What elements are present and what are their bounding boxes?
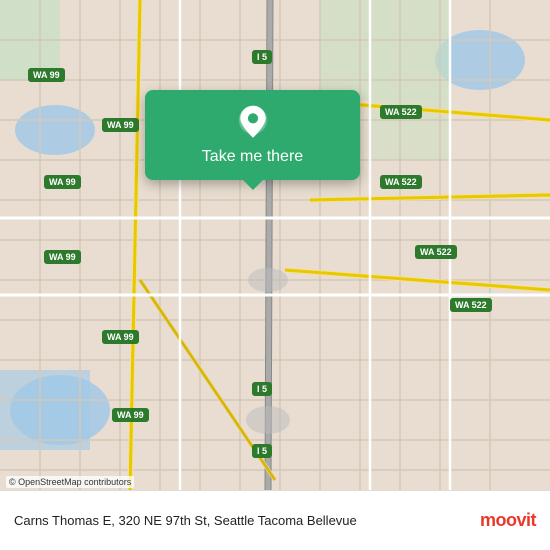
moovit-logo: moovit <box>480 510 536 531</box>
badge-wa99-1: WA 99 <box>28 68 65 82</box>
map: WA 99 WA 99 WA 99 WA 99 WA 99 WA 99 WA 5… <box>0 0 550 490</box>
badge-wa522-2: WA 522 <box>380 175 422 189</box>
moovit-text: moovit <box>480 510 536 531</box>
badge-wa522-1: WA 522 <box>380 105 422 119</box>
badge-i5-3: I 5 <box>252 444 272 458</box>
navigation-popup[interactable]: Take me there <box>145 90 360 180</box>
badge-wa99-6: WA 99 <box>112 408 149 422</box>
badge-wa522-4: WA 522 <box>450 298 492 312</box>
badge-wa99-2: WA 99 <box>102 118 139 132</box>
bottom-bar: Carns Thomas E, 320 NE 97th St, Seattle … <box>0 490 550 550</box>
osm-credit: © OpenStreetMap contributors <box>6 476 134 488</box>
badge-i5-2: I 5 <box>252 382 272 396</box>
badge-wa522-3: WA 522 <box>415 245 457 259</box>
location-pin-icon <box>234 104 272 142</box>
badge-wa99-5: WA 99 <box>102 330 139 344</box>
badge-i5-1: I 5 <box>252 50 272 64</box>
badge-wa99-3: WA 99 <box>44 175 81 189</box>
badge-wa99-4: WA 99 <box>44 250 81 264</box>
popup-label: Take me there <box>202 148 303 166</box>
address-text: Carns Thomas E, 320 NE 97th St, Seattle … <box>14 513 480 528</box>
